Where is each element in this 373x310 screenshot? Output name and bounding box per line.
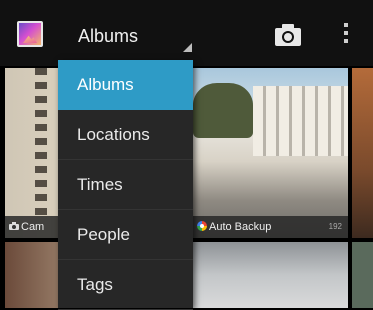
- menu-item-albums[interactable]: Albums: [58, 60, 193, 110]
- menu-item-tags[interactable]: Tags: [58, 260, 193, 310]
- more-vertical-icon: [344, 23, 348, 27]
- spinner-label: Albums: [78, 26, 139, 46]
- menu-item-label: Tags: [77, 275, 113, 294]
- menu-item-label: Albums: [77, 75, 134, 94]
- album-thumbnail: [193, 83, 253, 138]
- album-count: 192: [328, 222, 342, 231]
- album-tile[interactable]: [352, 242, 373, 308]
- album-thumbnail: [35, 68, 47, 218]
- album-name: Cam: [21, 221, 45, 233]
- spinner-indicator-icon: [183, 43, 192, 52]
- album-tile[interactable]: [352, 68, 373, 238]
- gallery-icon[interactable]: [17, 21, 43, 47]
- album-name: Auto Backup: [209, 221, 272, 233]
- action-bar: Albums: [0, 0, 373, 66]
- menu-item-label: Times: [77, 175, 123, 194]
- menu-item-people[interactable]: People: [58, 210, 193, 260]
- album-tile[interactable]: Auto Backup 192: [193, 68, 348, 238]
- view-spinner[interactable]: Albums: [60, 14, 192, 54]
- camera-button[interactable]: [272, 20, 304, 50]
- menu-item-locations[interactable]: Locations: [58, 110, 193, 160]
- camera-icon: [275, 24, 301, 46]
- menu-item-label: People: [77, 225, 130, 244]
- camera-icon: [9, 222, 19, 230]
- album-label-bar: Auto Backup 192: [193, 216, 348, 238]
- picasa-icon: [197, 221, 207, 231]
- overflow-menu-button[interactable]: [338, 20, 354, 50]
- menu-item-label: Locations: [77, 125, 150, 144]
- menu-item-times[interactable]: Times: [58, 160, 193, 210]
- album-tile[interactable]: [193, 242, 348, 308]
- view-dropdown-menu: Albums Locations Times People Tags: [58, 60, 193, 310]
